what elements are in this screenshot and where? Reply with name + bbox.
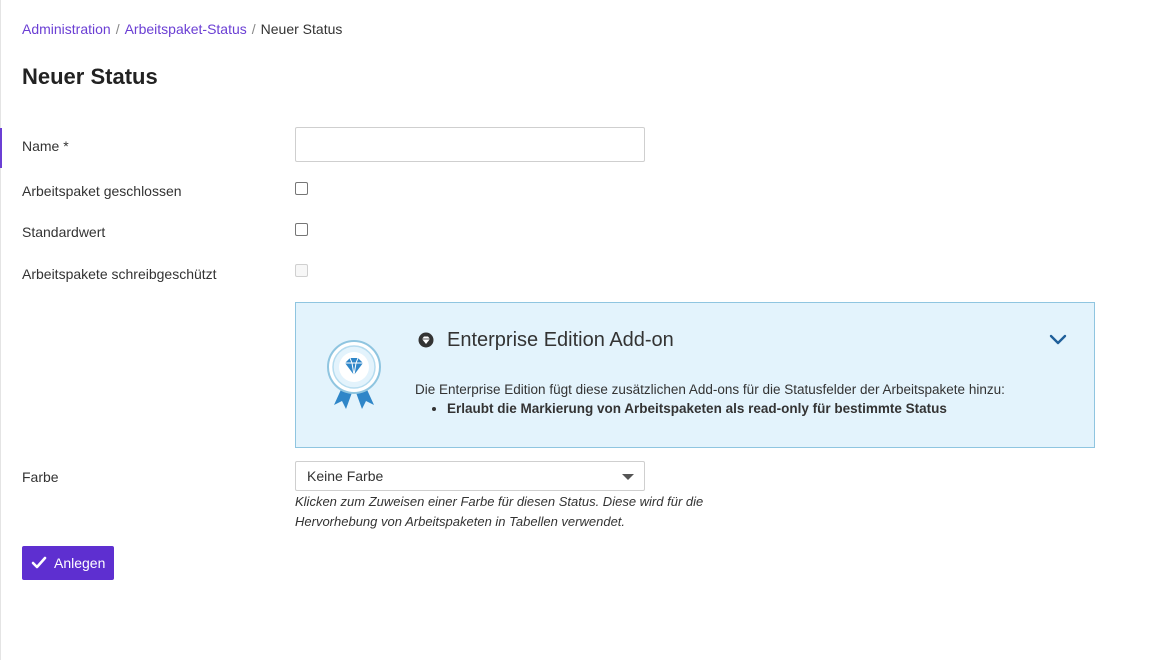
color-select[interactable]: Keine Farbe (295, 461, 645, 491)
breadcrumb-link-administration[interactable]: Administration (22, 21, 111, 37)
breadcrumb-link-work-package-status[interactable]: Arbeitspaket-Status (125, 21, 247, 37)
enterprise-title: Enterprise Edition Add-on (447, 329, 674, 351)
breadcrumb-separator: / (251, 21, 256, 37)
award-ribbon-icon (327, 340, 381, 409)
chevron-down-icon[interactable] (1048, 333, 1068, 347)
breadcrumb: Administration / Arbeitspaket-Status / Neuer… (22, 21, 342, 37)
readonly-label: Arbeitspakete schreibgeschützt (22, 266, 217, 282)
breadcrumb-separator: / (115, 21, 120, 37)
enterprise-feature-list: Erlaubt die Markierung von Arbeitspakete… (415, 401, 947, 416)
enterprise-description: Die Enterprise Edition fügt diese zusätz… (415, 382, 1005, 397)
caret-down-icon (622, 474, 634, 480)
left-border (0, 0, 1, 660)
color-label: Farbe (22, 469, 59, 485)
page-title: Neuer Status (22, 64, 158, 89)
name-input[interactable] (295, 127, 645, 162)
enterprise-edition-banner: Enterprise Edition Add-on Die Enterprise… (295, 302, 1095, 448)
enterprise-feature-item: Erlaubt die Markierung von Arbeitspakete… (447, 401, 947, 416)
default-label: Standardwert (22, 224, 106, 240)
name-label: Name * (22, 138, 69, 154)
closed-label: Arbeitspaket geschlossen (22, 183, 182, 199)
create-button-label: Anlegen (54, 555, 106, 571)
field-focus-indicator (0, 128, 2, 168)
color-select-value: Keine Farbe (307, 468, 384, 484)
readonly-checkbox (295, 264, 308, 277)
default-checkbox[interactable] (295, 223, 308, 236)
color-help-text: Klicken zum Zuweisen einer Farbe für die… (295, 494, 704, 529)
checkmark-icon (31, 556, 47, 569)
breadcrumb-current: Neuer Status (260, 21, 343, 37)
create-button[interactable]: Anlegen (22, 546, 114, 580)
closed-checkbox[interactable] (295, 182, 308, 195)
enterprise-gem-icon (418, 332, 434, 348)
